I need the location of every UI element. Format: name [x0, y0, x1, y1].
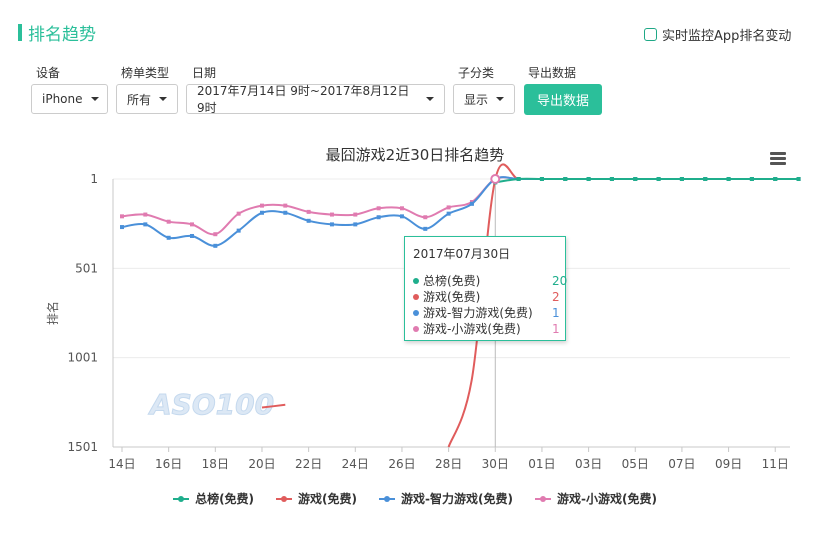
x-tick-label: 16日 — [155, 457, 182, 471]
data-point — [120, 225, 124, 230]
data-point — [633, 177, 638, 181]
hover-marker — [490, 174, 501, 184]
x-tick-label: 24日 — [342, 457, 369, 471]
x-tick-label: 28日 — [435, 457, 462, 471]
data-point — [120, 214, 124, 219]
data-point — [749, 177, 754, 181]
x-tick-label: 09日 — [715, 457, 742, 471]
data-point — [306, 209, 311, 214]
data-point — [469, 201, 474, 206]
data-point — [306, 218, 311, 223]
data-point — [703, 177, 708, 181]
tooltip-series-value: 20 — [552, 274, 568, 288]
legend-item[interactable]: 游戏-小游戏(免费) — [534, 490, 657, 507]
data-point — [539, 177, 544, 181]
data-point — [423, 215, 428, 220]
data-point — [189, 233, 194, 238]
tooltip-row: 游戏(免费) 2 — [413, 289, 560, 305]
data-point — [329, 212, 334, 217]
tooltip-row: 游戏-智力游戏(免费) 1 — [413, 305, 560, 321]
legend-dot-icon — [413, 326, 419, 332]
legend-item[interactable]: 游戏(免费) — [276, 490, 357, 507]
data-point — [283, 210, 288, 215]
chart-legend: 总榜(免费) 游戏(免费) 游戏-智力游戏(免费) 游戏-小游戏(免费) — [0, 490, 830, 507]
legend-label: 游戏(免费) — [298, 492, 358, 506]
x-tick-label: 11日 — [762, 457, 789, 471]
legend-label: 总榜(免费) — [195, 492, 255, 506]
data-point — [353, 222, 358, 227]
legend-line-icon — [379, 495, 396, 502]
data-point — [166, 235, 171, 240]
data-point — [143, 212, 148, 217]
tooltip-row: 总榜(免费) 20 — [413, 273, 567, 289]
x-tick-label: 26日 — [388, 457, 415, 471]
x-tick-label: 05日 — [622, 457, 649, 471]
data-point — [213, 232, 218, 237]
data-point — [516, 177, 521, 181]
data-point — [726, 177, 731, 181]
legend-dot-icon — [413, 294, 419, 300]
x-tick-label: 18日 — [202, 457, 229, 471]
y-tick-label: 1 — [90, 172, 98, 186]
legend-item[interactable]: 总榜(免费) — [173, 490, 254, 507]
data-point — [329, 222, 334, 227]
tooltip-series-name: 总榜(免费) — [423, 274, 481, 288]
y-tick-label: 1501 — [67, 440, 98, 454]
data-point — [259, 203, 264, 208]
x-tick-label: 07日 — [668, 457, 695, 471]
data-point — [796, 177, 801, 181]
data-point — [446, 211, 451, 216]
data-point — [376, 215, 381, 220]
data-point — [353, 212, 358, 217]
data-point — [143, 222, 148, 227]
data-point — [236, 228, 241, 233]
legend-dot-icon — [413, 278, 419, 284]
chart-tooltip: 2017年07月30日 总榜(免费) 20 游戏(免费) 2 游戏-智力游戏(免费) 1 游… — [404, 236, 567, 341]
legend-item[interactable]: 游戏-智力游戏(免费) — [379, 490, 513, 507]
data-point — [679, 177, 684, 181]
x-tick-label: 30日 — [482, 457, 509, 471]
legend-line-icon — [534, 495, 551, 502]
tooltip-series-value: 2 — [552, 290, 560, 304]
tooltip-series-value: 1 — [552, 306, 560, 320]
data-point — [259, 210, 264, 215]
data-point — [423, 226, 428, 231]
data-point — [213, 243, 218, 248]
legend-label: 游戏-智力游戏(免费) — [401, 492, 513, 506]
data-point — [283, 203, 288, 208]
data-point — [586, 177, 591, 181]
tooltip-series-value: 1 — [552, 322, 560, 336]
y-axis-label: 排名 — [45, 301, 60, 325]
tooltip-date: 2017年07月30日 — [413, 247, 511, 261]
data-point — [399, 206, 404, 211]
y-tick-label: 1001 — [67, 351, 98, 365]
y-tick-label: 501 — [75, 261, 98, 275]
x-tick-label: 01日 — [528, 457, 555, 471]
legend-label: 游戏-小游戏(免费) — [556, 492, 657, 506]
legend-dot-icon — [413, 310, 419, 316]
watermark-logo: ASO100 — [148, 388, 274, 421]
data-point — [563, 177, 568, 181]
legend-line-icon — [173, 495, 190, 502]
series-line-3 — [121, 176, 799, 236]
legend-line-icon — [276, 495, 293, 502]
data-point — [773, 177, 778, 181]
tooltip-series-name: 游戏(免费) — [423, 290, 481, 304]
data-point — [399, 214, 404, 219]
data-point — [609, 177, 614, 181]
x-tick-label: 20日 — [248, 457, 275, 471]
x-tick-label: 14日 — [108, 457, 135, 471]
data-point — [376, 206, 381, 211]
x-tick-label: 22日 — [295, 457, 322, 471]
data-point — [656, 177, 661, 181]
data-point — [166, 219, 171, 224]
x-tick-label: 03日 — [575, 457, 602, 471]
tooltip-series-name: 游戏-小游戏(免费) — [423, 322, 521, 336]
data-point — [189, 222, 194, 227]
tooltip-series-name: 游戏-智力游戏(免费) — [423, 306, 533, 320]
tooltip-row: 游戏-小游戏(免费) 1 — [413, 321, 560, 337]
data-point — [446, 205, 451, 210]
data-point — [236, 211, 241, 216]
